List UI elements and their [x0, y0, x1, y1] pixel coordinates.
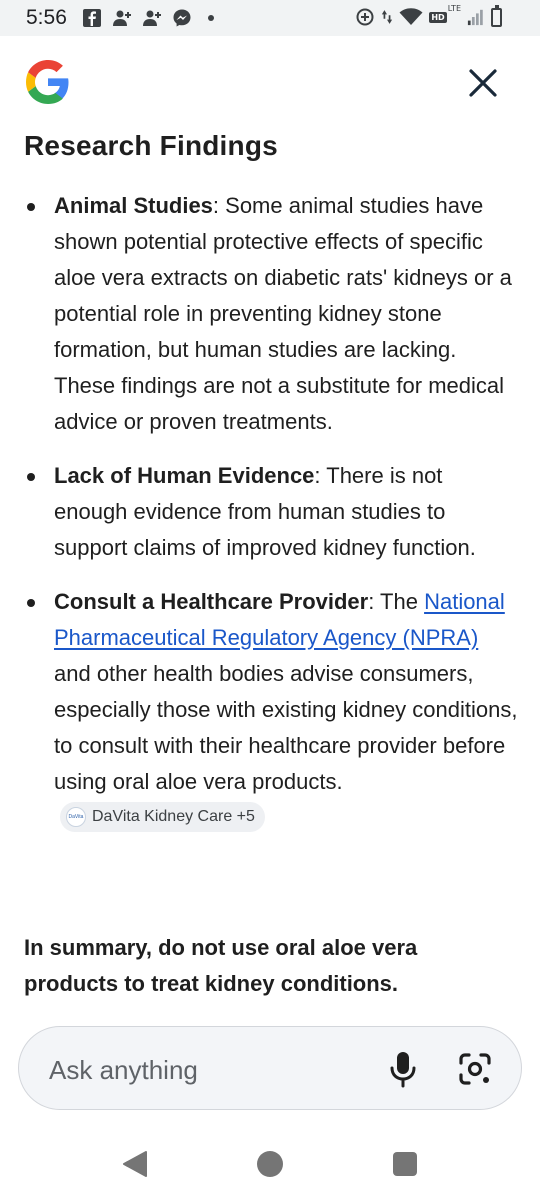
- add-friend-icon: [143, 10, 161, 26]
- finding-text: and other health bodies advise consumers…: [54, 661, 518, 794]
- bullet: [27, 203, 35, 211]
- ask-input[interactable]: [47, 1049, 371, 1091]
- add-friend-icon: [113, 10, 131, 26]
- close-icon[interactable]: [464, 64, 502, 102]
- hd-label: HD: [429, 11, 447, 23]
- list-item: Animal Studies: Some animal studies have…: [0, 188, 540, 440]
- finding-text: : The: [368, 589, 425, 614]
- messenger-icon: [173, 9, 191, 27]
- bullet: [27, 599, 35, 607]
- status-time: 5:56: [26, 6, 67, 29]
- hd-lte-icon: HD LTE: [429, 4, 461, 23]
- battery-icon: [491, 4, 502, 27]
- status-bar: 5:56 HD LTE: [0, 0, 540, 36]
- source-chip-label: DaVita Kidney Care +5: [92, 808, 255, 826]
- data-saver-icon: [356, 8, 374, 26]
- system-icons: HD LTE: [355, 4, 502, 27]
- google-g-logo: [26, 60, 69, 104]
- back-icon[interactable]: [122, 1150, 148, 1178]
- signal-icon: [467, 9, 483, 26]
- recents-icon[interactable]: [393, 1152, 417, 1176]
- ask-bar[interactable]: [18, 1026, 522, 1110]
- finding-heading: Animal Studies: [54, 193, 213, 218]
- bullet: [27, 473, 35, 481]
- finding-heading: Consult a Healthcare Provider: [54, 589, 369, 614]
- summary-text: In summary, do not use oral aloe vera pr…: [24, 935, 418, 996]
- finding-heading: Lack of Human Evidence: [54, 463, 315, 488]
- home-icon[interactable]: [257, 1151, 283, 1177]
- wifi-icon: [399, 8, 423, 25]
- davita-logo-icon: DaVita: [66, 807, 86, 828]
- notification-icons: [82, 8, 214, 28]
- page-title: Research Findings: [24, 130, 278, 161]
- lte-label: LTE: [447, 3, 461, 13]
- source-chip[interactable]: DaVita DaVita Kidney Care +5: [60, 802, 265, 833]
- microphone-icon[interactable]: [385, 1049, 421, 1089]
- list-item: Consult a Healthcare Provider: The Natio…: [0, 584, 540, 836]
- finding-text: : Some animal studies have shown potenti…: [54, 193, 512, 434]
- notification-dot: [208, 15, 214, 21]
- facebook-icon: [83, 9, 101, 27]
- findings-list: Animal Studies: Some animal studies have…: [0, 188, 540, 836]
- google-lens-icon[interactable]: [455, 1049, 495, 1089]
- data-arrows-icon: [382, 10, 393, 24]
- list-item: Lack of Human Evidence: There is not eno…: [0, 458, 540, 566]
